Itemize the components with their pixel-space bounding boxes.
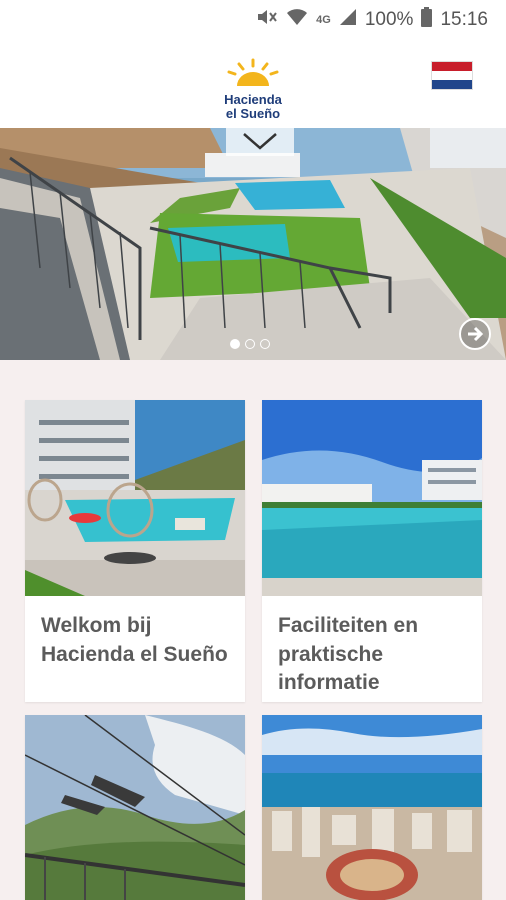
card-zipline[interactable] — [25, 715, 245, 900]
status-bar: 4G 100% 15:16 — [0, 0, 506, 40]
mute-icon — [256, 7, 278, 33]
collapse-toggle[interactable] — [226, 128, 294, 156]
carousel-dot[interactable] — [230, 339, 240, 349]
clock: 15:16 — [440, 9, 488, 30]
logo-line-1: Hacienda — [224, 92, 282, 107]
battery-icon — [421, 7, 433, 33]
card-image-pool — [262, 400, 482, 596]
hacienda-logo[interactable]: Hacienda el Sueño — [216, 58, 290, 128]
battery-percent: 100% — [364, 9, 414, 30]
carousel-dot[interactable] — [245, 339, 255, 349]
signal-icon — [339, 8, 357, 32]
card-image-zipline — [25, 715, 245, 900]
dutch-flag-icon[interactable] — [431, 61, 473, 90]
hero-image — [0, 128, 506, 360]
card-welcome[interactable]: Welkom bij Hacienda el Sueño — [25, 400, 245, 702]
wifi-icon — [286, 7, 308, 33]
card-title: Faciliteiten en praktische informatie — [278, 614, 419, 694]
card-facilities[interactable]: Faciliteiten en praktische informatie — [262, 400, 482, 702]
app-header: Hacienda el Sueño — [0, 40, 506, 128]
card-city[interactable] — [262, 715, 482, 900]
card-image-city — [262, 715, 482, 900]
carousel-dot[interactable] — [260, 339, 270, 349]
logo-line-2: el Sueño — [225, 106, 281, 121]
network-type: 4G — [316, 14, 331, 26]
chevron-down-icon — [243, 133, 277, 150]
card-title: Welkom bij Hacienda el Sueño — [41, 614, 228, 666]
next-slide-button[interactable] — [459, 318, 491, 350]
carousel-indicators — [230, 339, 270, 349]
hero-carousel[interactable] — [0, 128, 506, 360]
sun-icon — [227, 58, 279, 86]
arrow-right-icon — [468, 326, 484, 342]
card-image-pool-terrace — [25, 400, 245, 596]
